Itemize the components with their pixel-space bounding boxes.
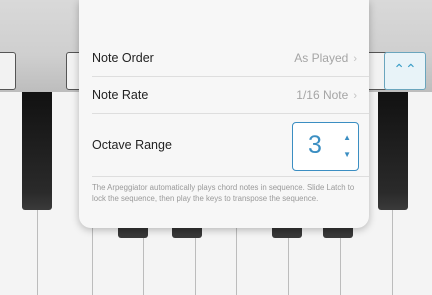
- note-order-value: As Played ›: [294, 51, 357, 65]
- arpeggiator-button[interactable]: ⌃⌃: [384, 52, 426, 90]
- octave-range-value: 3: [308, 131, 322, 159]
- arpeggiator-description: The Arpeggiator automatically plays chor…: [92, 183, 355, 203]
- black-key[interactable]: [22, 92, 52, 210]
- decrement-arrow-icon[interactable]: ▼: [343, 150, 351, 159]
- increment-arrow-icon[interactable]: ▲: [343, 133, 351, 142]
- octave-range-label: Octave Range: [92, 138, 172, 152]
- octave-range-stepper[interactable]: 3 ▲ ▼: [292, 122, 359, 171]
- note-order-row[interactable]: Note Order As Played ›: [92, 40, 369, 77]
- octave-range-row: Octave Range 3 ▲ ▼: [92, 114, 369, 177]
- toolbar-button-left[interactable]: [0, 52, 16, 90]
- note-rate-value: 1/16 Note ›: [296, 88, 357, 102]
- arpeggiator-settings-panel: Note Order As Played › Note Rate 1/16 Not…: [79, 0, 369, 228]
- wave-icon: ⌃⌃: [393, 61, 417, 77]
- note-order-label: Note Order: [92, 51, 154, 65]
- note-rate-label: Note Rate: [92, 88, 149, 102]
- black-key[interactable]: [378, 92, 408, 210]
- chevron-right-icon: ›: [353, 90, 357, 102]
- chevron-right-icon: ›: [353, 53, 357, 65]
- note-rate-row[interactable]: Note Rate 1/16 Note ›: [92, 77, 369, 114]
